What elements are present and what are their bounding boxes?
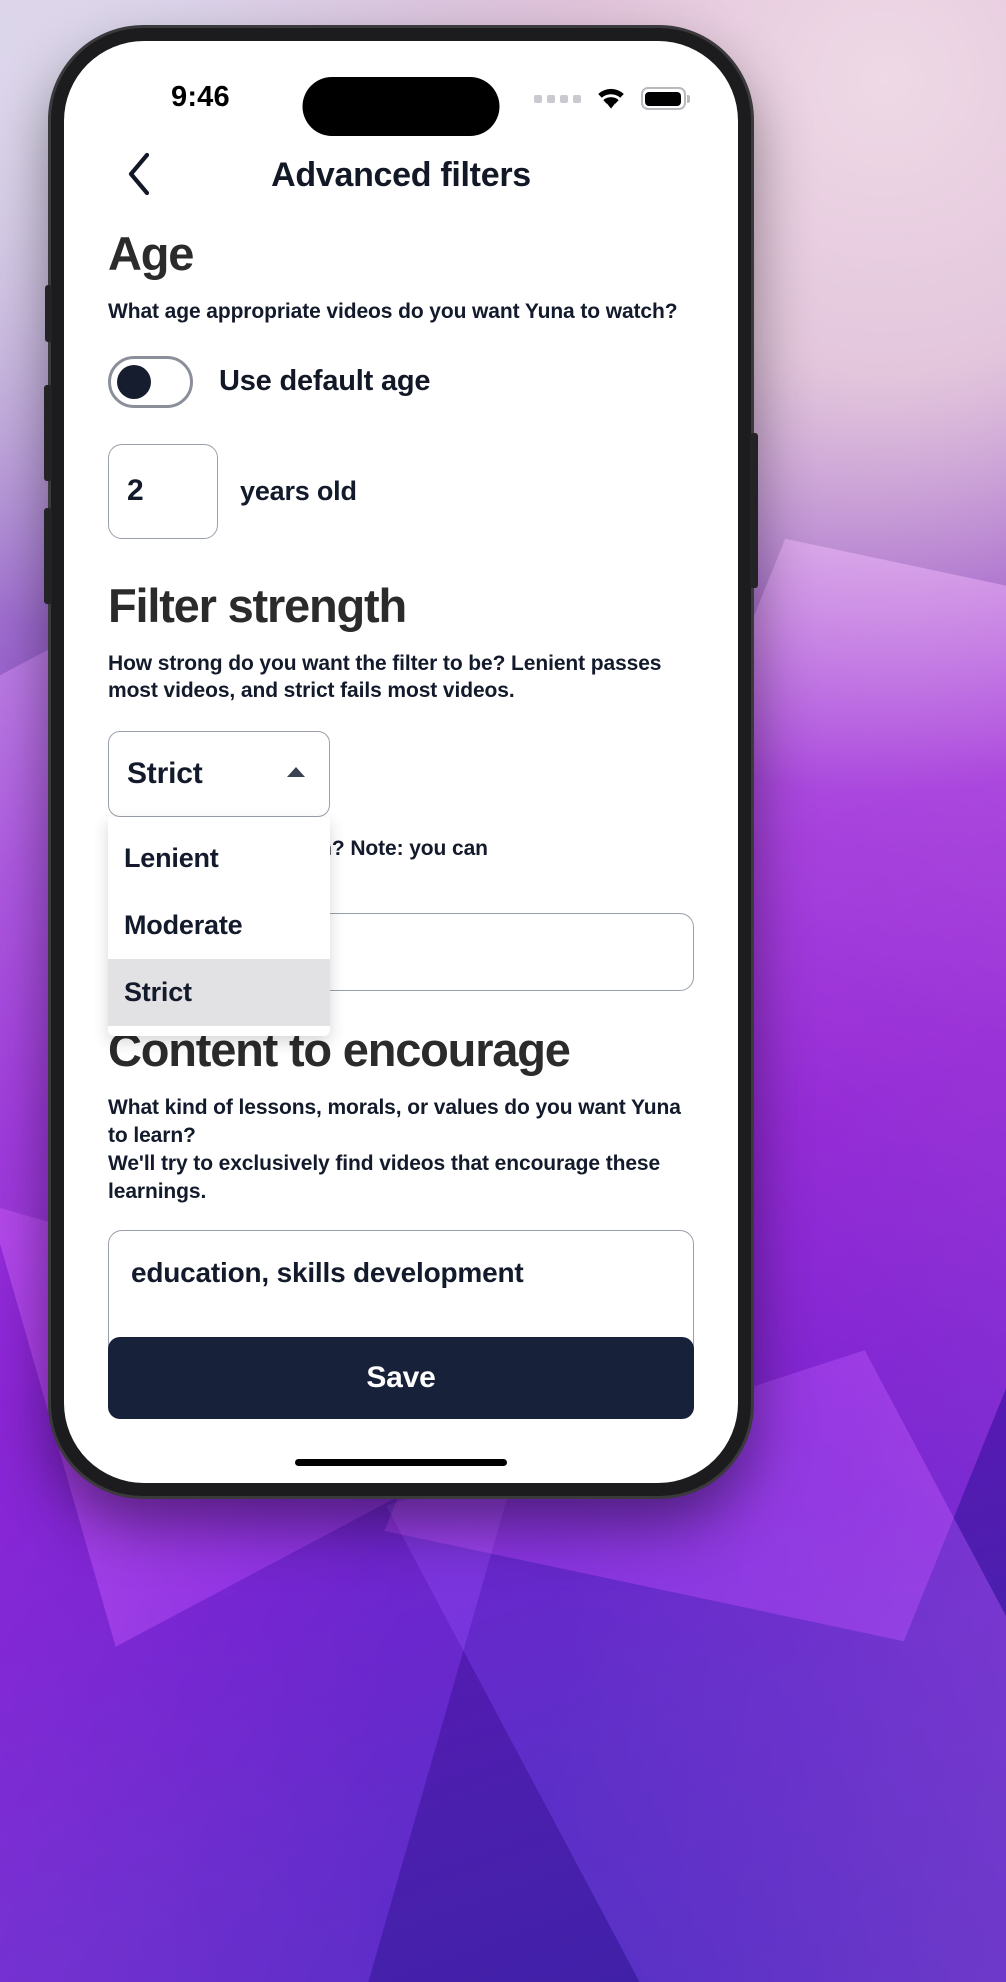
settings-content: Age What age appropriate videos do you w… <box>64 223 738 1483</box>
encourage-description-line-2: We'll try to exclusively find videos tha… <box>108 1151 661 1203</box>
chevron-left-icon <box>126 152 152 199</box>
filter-strength-selected-value: Strict <box>127 757 203 791</box>
navigation-bar: Advanced filters <box>64 127 738 223</box>
content-to-encourage-description: What kind of lessons, morals, or values … <box>108 1094 694 1206</box>
signal-dots-icon <box>533 94 581 103</box>
status-bar: 9:46 <box>64 41 738 136</box>
filter-strength-description: How strong do you want the filter to be?… <box>108 651 662 703</box>
encourage-description-line-1: What kind of lessons, morals, or values … <box>108 1096 681 1147</box>
filter-option-label: Moderate <box>124 910 243 941</box>
save-button[interactable]: Save <box>108 1337 694 1419</box>
mute-switch[interactable] <box>45 285 52 342</box>
age-section-title: Age <box>108 227 194 280</box>
age-input[interactable] <box>108 443 218 539</box>
wifi-icon <box>594 86 628 111</box>
power-button[interactable] <box>750 433 758 588</box>
chevron-up-icon <box>285 765 307 784</box>
filter-option-label: Lenient <box>124 843 219 874</box>
phone-screen: 9:46 Advanced filters Age What age appro… <box>64 41 738 1483</box>
filter-strength-dropdown: Strict Lenient Moderate Strict <box>108 731 694 1037</box>
page-title: Advanced filters <box>271 155 531 194</box>
age-input-row: years old <box>108 443 694 539</box>
volume-up-button[interactable] <box>44 385 52 481</box>
filter-option-moderate[interactable]: Moderate <box>108 892 330 959</box>
filter-strength-title: Filter strength <box>108 578 407 632</box>
filter-option-lenient[interactable]: Lenient <box>108 825 330 892</box>
use-default-age-label: Use default age <box>219 365 431 398</box>
use-default-age-row: Use default age <box>108 355 694 408</box>
toggle-knob <box>117 364 151 399</box>
use-default-age-toggle[interactable] <box>108 355 193 408</box>
back-button[interactable] <box>116 152 162 198</box>
age-section: Age What age appropriate videos do you w… <box>108 229 694 539</box>
volume-down-button[interactable] <box>44 508 52 604</box>
age-section-description: What age appropriate videos do you want … <box>108 299 678 323</box>
age-unit-label: years old <box>240 475 357 506</box>
home-indicator[interactable] <box>295 1459 507 1466</box>
phone-device: 9:46 Advanced filters Age What age appro… <box>44 28 758 1496</box>
filter-strength-section: Filter strength How strong do you want t… <box>108 578 694 1037</box>
filter-option-strict[interactable]: Strict <box>108 959 330 1027</box>
battery-full-icon <box>640 87 690 110</box>
status-bar-indicators <box>533 86 690 111</box>
filter-option-label: Strict <box>124 977 192 1008</box>
status-bar-clock: 9:46 <box>171 81 230 113</box>
filter-strength-select[interactable]: Strict <box>108 731 330 818</box>
filter-strength-options-list[interactable]: Lenient Moderate Strict <box>108 817 330 1037</box>
